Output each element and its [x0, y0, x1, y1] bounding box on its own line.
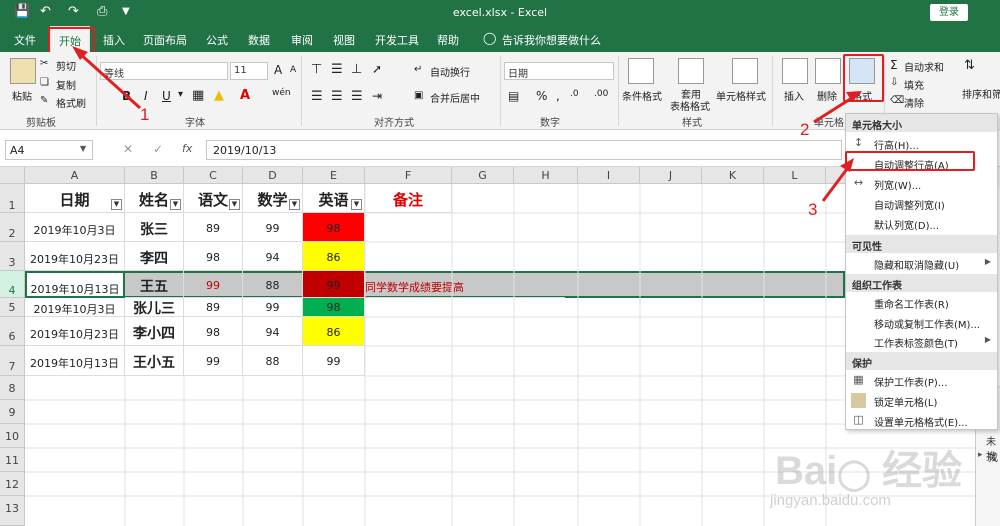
baidu-watermark-logo: Bai◯ 经验: [775, 449, 962, 493]
annotation-number: 3: [808, 200, 818, 219]
baidu-watermark-url: jingyan.baidu.com: [770, 492, 891, 509]
annotation-number: 1: [140, 105, 150, 124]
annotation-number: 2: [800, 120, 810, 139]
